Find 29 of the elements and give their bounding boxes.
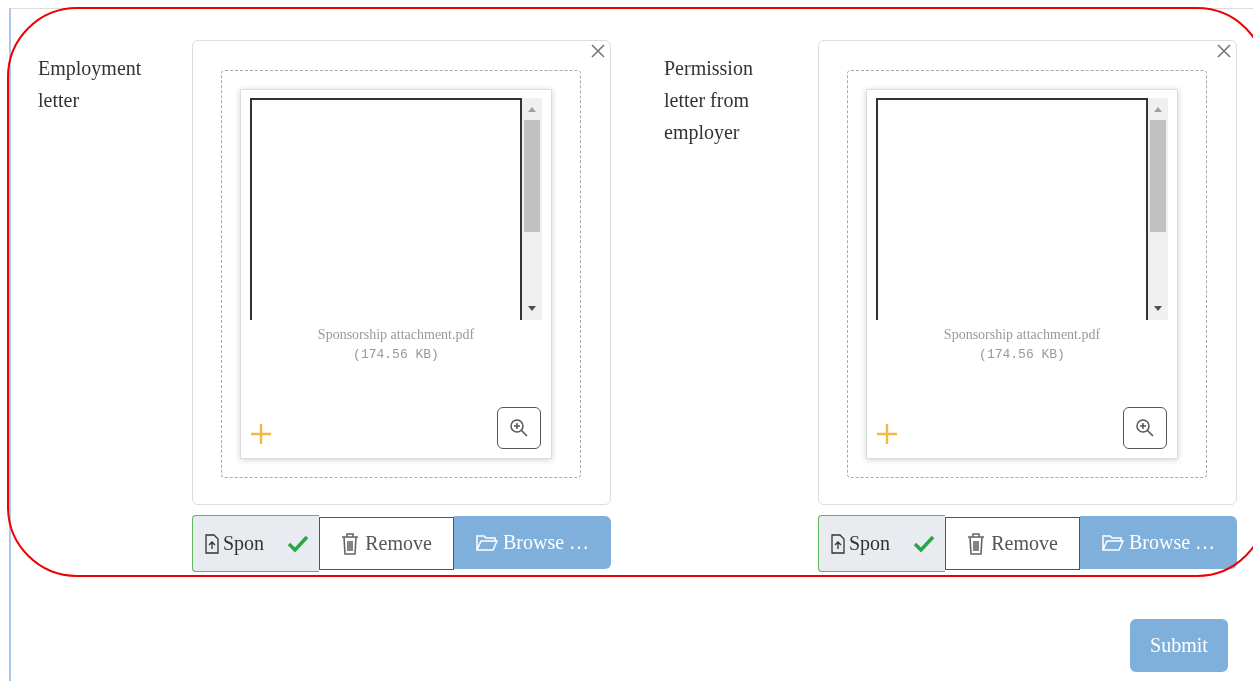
file-upload-icon <box>205 533 219 554</box>
close-icon[interactable] <box>589 42 607 60</box>
zoom-in-icon <box>1135 418 1155 438</box>
plus-icon <box>876 423 898 445</box>
trash-icon <box>967 532 986 555</box>
zoom-button[interactable] <box>497 407 541 449</box>
field-label: Permission letter from employer <box>664 56 754 146</box>
file-size: (174.56 KB) <box>353 347 439 362</box>
file-name: Sponsorship attachment.pdf <box>943 327 1101 343</box>
folder-icon <box>475 533 498 552</box>
submit-button[interactable]: Submit <box>1130 619 1228 672</box>
caption-text: Spon <box>223 532 266 555</box>
remove-button[interactable]: Remove <box>319 517 454 570</box>
plus-icon <box>250 423 272 445</box>
remove-button[interactable]: Remove <box>945 517 1080 570</box>
zoom-button[interactable] <box>1123 407 1167 449</box>
trash-icon <box>341 532 360 555</box>
browse-button[interactable]: Browse … <box>1080 516 1237 569</box>
scrollbar[interactable] <box>522 98 542 320</box>
close-icon[interactable] <box>1215 42 1233 60</box>
field-label: Employment letter <box>38 56 143 113</box>
file-upload-icon <box>831 533 845 554</box>
file-name: Sponsorship attachment.pdf <box>317 327 475 343</box>
scrollbar[interactable] <box>1148 98 1168 320</box>
caption-text: Spon <box>849 532 892 555</box>
browse-button[interactable]: Browse … <box>454 516 611 569</box>
folder-icon <box>1101 533 1124 552</box>
zoom-in-icon <box>509 418 529 438</box>
file-size: (174.56 KB) <box>979 347 1065 362</box>
